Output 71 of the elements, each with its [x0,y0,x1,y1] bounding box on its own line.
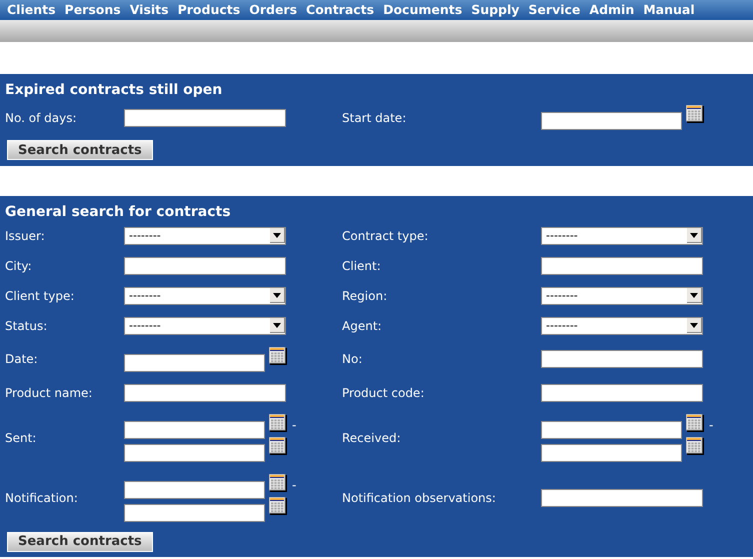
menu-item[interactable]: Clients [7,0,56,20]
field-label: Client: [342,258,382,274]
caret-icon [273,322,281,328]
menu-item[interactable]: Visits [130,0,169,20]
text-field[interactable] [124,480,265,498]
menu-item[interactable]: Contracts [306,0,374,20]
search-button[interactable]: Search contracts [7,140,153,160]
text-field[interactable] [541,444,682,462]
text-field[interactable] [541,384,703,402]
field-label: Received: [342,430,402,446]
field-label: City: [5,258,33,274]
calendar-icon[interactable] [686,414,704,432]
range-separator: - [709,416,714,434]
dropdown[interactable]: -------- [541,226,703,244]
dropdown[interactable]: -------- [541,286,703,304]
section-title: Expired contracts still open [5,81,224,100]
field-label: Date: [5,351,39,368]
calendar-icon[interactable] [269,474,287,492]
search-button[interactable]: Search contracts [7,532,153,552]
field-label: Product code: [342,384,426,402]
field-label: Sent: [5,430,38,446]
menu-item[interactable]: Service [528,0,580,20]
text-field[interactable] [541,488,703,506]
calendar-icon[interactable] [269,496,287,514]
field-label: Status: [5,318,48,334]
menu-item[interactable]: Supply [471,0,520,20]
calendar-icon[interactable] [686,105,704,123]
field-label: Issuer: [5,228,46,244]
menu-item[interactable]: Admin [589,0,634,20]
calendar-icon[interactable] [269,346,287,364]
text-field[interactable] [124,444,265,462]
field-label: Notification: [5,490,79,506]
dropdown[interactable]: -------- [124,226,286,244]
field-label: Start date: [342,110,408,126]
text-field[interactable] [124,354,265,372]
caret-icon [273,292,281,298]
text-field[interactable] [124,256,286,274]
field-label: Notification observations: [342,490,497,506]
calendar-icon[interactable] [269,436,287,454]
field-label: Product name: [5,384,94,402]
field-label: Region: [342,288,388,304]
dropdown[interactable]: -------- [541,316,703,334]
section-title: General search for contracts [5,202,232,222]
caret-icon [690,292,698,298]
calendar-icon[interactable] [269,414,287,432]
dropdown[interactable]: -------- [124,286,286,304]
field-label: No. of days: [5,110,78,126]
text-field[interactable] [541,350,703,368]
dropdown[interactable]: -------- [124,316,286,334]
caret-icon [273,232,281,238]
field-label: No: [342,351,364,368]
menu-item[interactable]: Products [178,0,240,20]
range-separator: - [292,416,296,434]
text-field[interactable] [124,384,286,402]
calendar-icon[interactable] [686,436,704,454]
caret-icon [690,232,698,238]
text-field[interactable] [124,420,265,438]
menu-item[interactable]: Persons [64,0,121,20]
field-label: Agent: [342,318,383,334]
text-field[interactable] [124,108,286,126]
menu-item[interactable]: Orders [249,0,298,20]
range-separator: - [292,476,296,494]
menu-item[interactable]: Documents [383,0,462,20]
text-field[interactable] [541,112,682,130]
caret-icon [690,322,698,328]
text-field[interactable] [541,256,703,274]
text-field[interactable] [124,504,265,522]
text-field[interactable] [541,420,682,438]
field-label: Client type: [5,288,76,304]
field-label: Contract type: [342,228,430,244]
menu-item[interactable]: Manual [643,0,695,20]
